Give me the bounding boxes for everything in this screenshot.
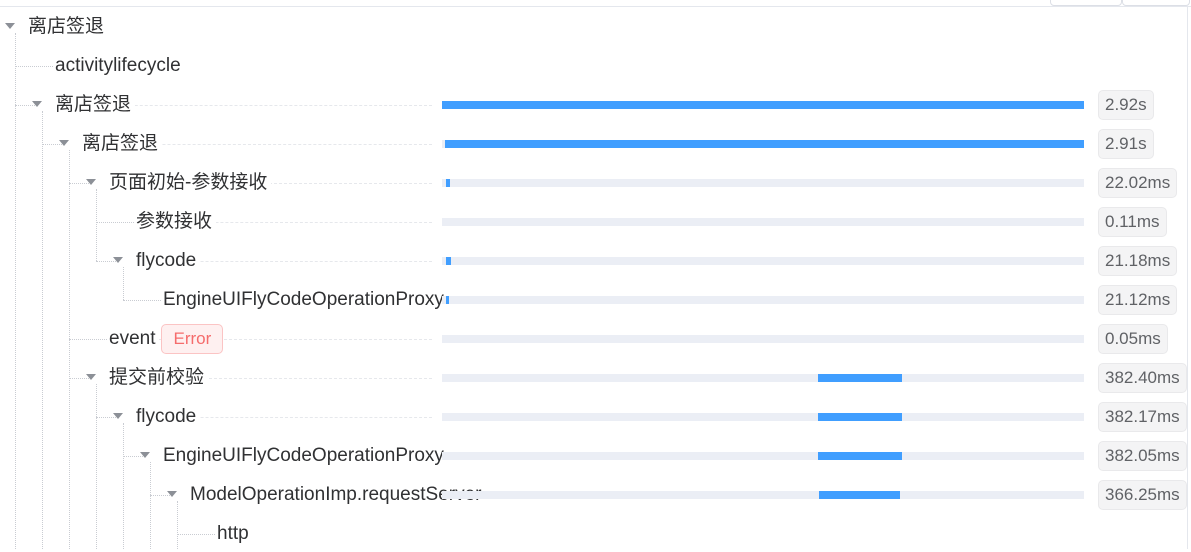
- tree-node-label: flycode: [136, 406, 201, 428]
- top-toolbar-edge: [0, 0, 1191, 7]
- duration-badge: 366.25ms: [1098, 480, 1187, 510]
- tree-node-label: 页面初始-参数接收: [109, 172, 272, 194]
- timeline-bar: [444, 140, 1084, 148]
- tree-node-label: 离店签退: [82, 133, 163, 155]
- duration-badge: 21.18ms: [1098, 246, 1178, 276]
- duration-badge: 0.05ms: [1098, 324, 1168, 354]
- expand-caret-icon[interactable]: [5, 23, 15, 29]
- tree-node-row[interactable]: ModelOperationImp.requestServer 366.25ms: [0, 477, 1191, 513]
- tree-node-row[interactable]: 提交前校验 382.40ms: [0, 360, 1191, 396]
- tree-node-row[interactable]: 页面初始-参数接收 22.02ms: [0, 165, 1191, 201]
- tree-node-label: 离店签退: [55, 94, 136, 116]
- tree-node-label: 离店签退: [28, 16, 109, 38]
- tree-node-row[interactable]: 离店签退 2.92s: [0, 87, 1191, 123]
- expand-caret-icon[interactable]: [59, 140, 69, 146]
- expand-caret-icon[interactable]: [32, 101, 42, 107]
- tree-node-row[interactable]: 参数接收 0.11ms: [0, 204, 1191, 240]
- tree-node-label: EngineUIFlyCodeOperationProxy: [163, 289, 448, 311]
- expand-caret-icon[interactable]: [140, 452, 150, 458]
- timeline-track: [442, 413, 1084, 421]
- timeline-track: [442, 257, 1084, 265]
- tree-branch-line: [15, 66, 53, 67]
- tree-node-label: 参数接收: [136, 211, 217, 233]
- tree-node-label: event: [109, 328, 160, 350]
- tree-node-label: flycode: [136, 250, 201, 272]
- timeline-track: [442, 374, 1084, 382]
- tree-node-row[interactable]: event 0.05ms Error: [0, 321, 1191, 357]
- tree-node-label: activitylifecycle: [55, 55, 185, 77]
- tree-node-label: 提交前校验: [109, 367, 209, 389]
- timeline-bar: [446, 296, 450, 304]
- duration-badge: 382.40ms: [1098, 363, 1187, 393]
- timeline-track: [442, 140, 1084, 148]
- timeline-bar: [445, 179, 451, 187]
- timeline-bar: [819, 491, 901, 499]
- timeline-track: [442, 491, 1084, 499]
- timeline-bar: [818, 452, 902, 460]
- tree-branch-line: [177, 534, 215, 535]
- expand-caret-icon[interactable]: [86, 179, 96, 185]
- expand-caret-icon[interactable]: [113, 413, 123, 419]
- duration-badge: 2.91s: [1098, 129, 1154, 159]
- timeline-track: [442, 296, 1084, 304]
- tree-branch-line: [69, 339, 107, 340]
- duration-badge: 22.02ms: [1098, 168, 1178, 198]
- error-tag: Error: [161, 324, 224, 354]
- duration-badge: 382.05ms: [1098, 441, 1187, 471]
- tree-node-row[interactable]: 离店签退 2.91s: [0, 126, 1191, 162]
- expand-caret-icon[interactable]: [167, 491, 177, 497]
- timeline-track: [442, 335, 1084, 343]
- timeline-bar: [818, 374, 902, 382]
- tree-node-row[interactable]: http: [0, 516, 1191, 552]
- tree-branch-line: [123, 300, 161, 301]
- tree-node-row[interactable]: 离店签退: [0, 9, 1191, 45]
- duration-badge: 21.12ms: [1098, 285, 1178, 315]
- tree-node-label: http: [217, 523, 253, 545]
- tree-node-row[interactable]: flycode 382.17ms: [0, 399, 1191, 435]
- tree-node-row[interactable]: flycode 21.18ms: [0, 243, 1191, 279]
- timeline-track: [442, 452, 1084, 460]
- duration-badge: 382.17ms: [1098, 402, 1187, 432]
- timeline-track: [442, 101, 1084, 109]
- toolbar-button[interactable]: [1050, 0, 1122, 6]
- duration-badge: 0.11ms: [1098, 207, 1167, 237]
- tree-node-row[interactable]: EngineUIFlyCodeOperationProxy 382.05ms: [0, 438, 1191, 474]
- duration-badge: 2.92s: [1098, 90, 1154, 120]
- tree-branch-line: [96, 222, 134, 223]
- timeline-bar: [818, 413, 902, 421]
- toolbar-button[interactable]: [1122, 0, 1190, 6]
- timeline-track: [442, 218, 1084, 226]
- timeline-bar: [446, 257, 451, 265]
- tree-node-row[interactable]: activitylifecycle: [0, 48, 1191, 84]
- tree-node-label: EngineUIFlyCodeOperationProxy: [163, 445, 448, 467]
- expand-caret-icon[interactable]: [86, 374, 96, 380]
- tree-node-row[interactable]: EngineUIFlyCodeOperationProxy 21.12ms: [0, 282, 1191, 318]
- timeline-track: [442, 179, 1084, 187]
- timeline-bar: [442, 101, 1084, 109]
- expand-caret-icon[interactable]: [113, 257, 123, 263]
